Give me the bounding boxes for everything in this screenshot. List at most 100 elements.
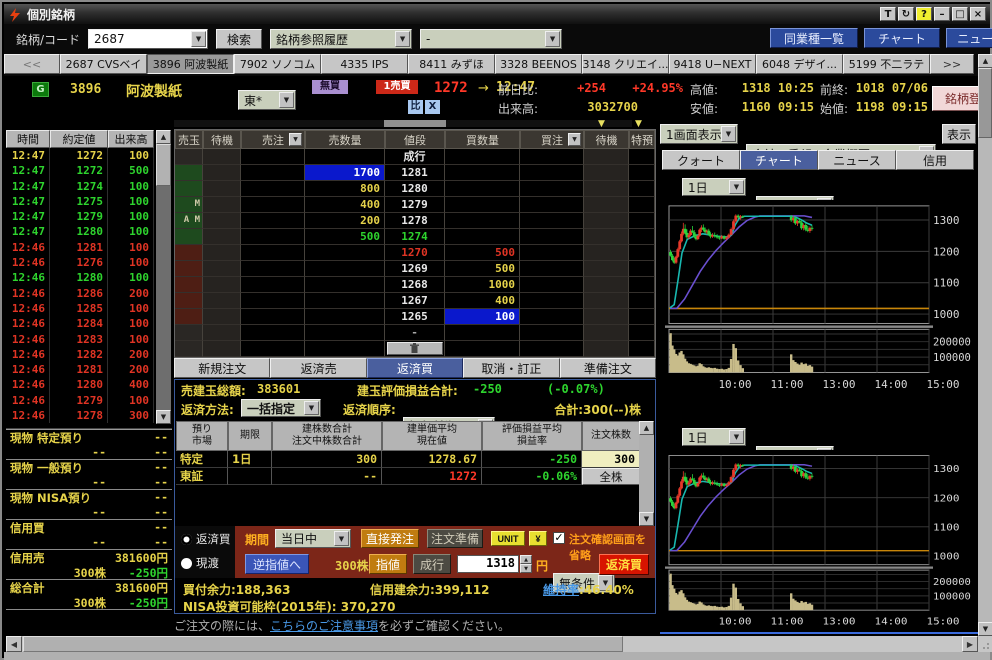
confirm-skip-checkbox[interactable]: ✓ bbox=[553, 532, 565, 544]
board-mini-scrollbar[interactable] bbox=[174, 120, 632, 127]
price-cell[interactable]: 1269 bbox=[385, 261, 445, 277]
tape-column-header[interactable]: 時間 bbox=[6, 130, 50, 148]
chevron-down-icon[interactable]: ▼ bbox=[729, 180, 744, 194]
scroll-left-icon[interactable]: ◀ bbox=[6, 636, 22, 652]
scroll-down-icon[interactable]: ▼ bbox=[978, 622, 992, 636]
maintenance-link[interactable]: 維持率 bbox=[543, 583, 579, 597]
order-book-column-header[interactable]: 売注▼ bbox=[241, 130, 305, 149]
order-book-row[interactable]: 成行 bbox=[175, 149, 655, 165]
price-cell[interactable]: 1279 bbox=[385, 197, 445, 213]
buy-quantity-cell[interactable] bbox=[445, 341, 520, 357]
price-cell[interactable]: 成行 bbox=[385, 149, 445, 165]
order-tab[interactable]: 返済買 bbox=[367, 358, 463, 378]
order-book-column-header[interactable]: 待機 bbox=[584, 130, 629, 149]
order-tab[interactable]: 準備注文 bbox=[560, 358, 656, 378]
direct-order-button[interactable]: 直接発注 bbox=[361, 529, 419, 548]
yen-button[interactable]: ¥ bbox=[529, 531, 547, 546]
panel-tab[interactable]: 信用 bbox=[896, 150, 974, 170]
chevron-down-icon[interactable]: ▼ bbox=[191, 31, 206, 47]
order-tab[interactable]: 新規注文 bbox=[174, 358, 270, 378]
buy-quantity-cell[interactable]: 500 bbox=[445, 261, 520, 277]
order-book-row[interactable]: 12681000 bbox=[175, 277, 655, 293]
sell-quantity-cell[interactable] bbox=[305, 309, 385, 325]
position-scrollbar[interactable]: ▲ ▼ bbox=[639, 421, 654, 526]
order-book-row[interactable]: - bbox=[175, 325, 655, 341]
tape-column-header[interactable]: 約定値 bbox=[50, 130, 108, 148]
intraday-chart[interactable]: 10:0011:0013:0014:0015:00130012001100100… bbox=[661, 450, 977, 632]
chevron-down-icon[interactable]: ▼ bbox=[729, 430, 744, 444]
industry-list-button[interactable]: 同業種一覧 bbox=[770, 28, 858, 48]
notice-link[interactable]: こちらのご注意事項 bbox=[270, 619, 378, 633]
buy-quantity-cell[interactable] bbox=[445, 325, 520, 341]
chevron-down-icon[interactable]: ▼ bbox=[334, 531, 349, 546]
sell-quantity-cell[interactable]: 200 bbox=[305, 213, 385, 229]
sell-quantity-cell[interactable] bbox=[305, 293, 385, 309]
stop-order-button[interactable]: 逆指値へ bbox=[245, 554, 309, 574]
period-combobox[interactable]: 当日中▼ bbox=[275, 529, 351, 548]
main-horizontal-scrollbar[interactable]: ◀ ▶ bbox=[6, 636, 978, 652]
tape-scrollbar[interactable]: ▲ ▼ bbox=[156, 130, 171, 424]
limit-order-button[interactable]: 指値 bbox=[369, 554, 407, 574]
sell-quantity-cell[interactable]: 500 bbox=[305, 229, 385, 245]
close-badge[interactable]: X bbox=[425, 100, 440, 114]
order-book-column-header[interactable]: 買数量 bbox=[445, 130, 520, 149]
buy-quantity-cell[interactable] bbox=[445, 229, 520, 245]
tabs-scroll-left-button[interactable]: << bbox=[4, 54, 60, 74]
order-book-row[interactable]: 1270500 bbox=[175, 245, 655, 261]
panel-tab[interactable]: クォート bbox=[662, 150, 740, 170]
order-book-column-header[interactable]: 待機 bbox=[203, 130, 241, 149]
stock-tab[interactable]: 3148 クリエイ... bbox=[582, 54, 669, 74]
chart-button[interactable]: チャート bbox=[864, 28, 940, 48]
chevron-down-icon[interactable]: ▼ bbox=[304, 401, 319, 415]
chevron-down-icon[interactable]: ▼ bbox=[289, 133, 302, 146]
buy-quantity-cell[interactable] bbox=[445, 181, 520, 197]
scroll-up-icon[interactable]: ▲ bbox=[978, 54, 992, 68]
sell-quantity-cell[interactable] bbox=[305, 325, 385, 341]
order-book-row[interactable]: 17001281 bbox=[175, 165, 655, 181]
order-book-row[interactable]: M4001279 bbox=[175, 197, 655, 213]
buy-quantity-cell[interactable] bbox=[445, 149, 520, 165]
help-icon[interactable]: ? bbox=[916, 7, 932, 21]
sell-quantity-cell[interactable]: 1700 bbox=[305, 165, 385, 181]
price-stepper[interactable]: ▲ ▼ bbox=[520, 555, 532, 573]
chevron-down-icon[interactable]: ▼ bbox=[721, 126, 736, 142]
sell-quantity-cell[interactable] bbox=[305, 245, 385, 261]
stock-tab[interactable]: 2687 CVSベイ bbox=[60, 54, 147, 74]
panel-tab[interactable]: チャート bbox=[740, 150, 818, 170]
sell-quantity-cell[interactable]: 800 bbox=[305, 181, 385, 197]
main-vertical-scrollbar[interactable]: ▲ ▼ bbox=[978, 54, 992, 636]
stock-tab[interactable]: 9418 U−NEXT bbox=[669, 54, 756, 74]
order-prepare-button[interactable]: 注文準備 bbox=[427, 529, 483, 548]
stock-tab[interactable]: 6048 デザイ... bbox=[756, 54, 843, 74]
scroll-up-icon[interactable]: ▲ bbox=[639, 421, 654, 435]
buy-quantity-cell[interactable] bbox=[445, 197, 520, 213]
buy-quantity-cell[interactable]: 1000 bbox=[445, 277, 520, 293]
stock-tab[interactable]: 3328 BEENOS bbox=[495, 54, 582, 74]
delete-order-button[interactable] bbox=[387, 342, 443, 355]
refresh-icon[interactable]: ↻ bbox=[898, 7, 914, 21]
tape-column-header[interactable]: 出来高 bbox=[108, 130, 154, 148]
screen-layout-combobox[interactable]: 1画面表示▼ bbox=[660, 124, 738, 144]
repay-buy-radio[interactable]: 返済買 bbox=[181, 532, 231, 546]
order-tab[interactable]: 取消・訂正 bbox=[463, 358, 559, 378]
order-tab[interactable]: 返済売 bbox=[270, 358, 366, 378]
price-input[interactable]: 1318 bbox=[457, 555, 519, 573]
market-combobox[interactable]: 東*▼ bbox=[238, 90, 296, 110]
order-book-row[interactable]: 5001274 bbox=[175, 229, 655, 245]
intraday-chart[interactable]: 10:0011:0013:0014:0015:00130012001100100… bbox=[661, 200, 977, 396]
order-book-column-header[interactable]: 売玉 bbox=[175, 130, 203, 149]
minimize-button[interactable]: – bbox=[934, 7, 950, 21]
compare-combobox[interactable]: -▼ bbox=[420, 29, 562, 49]
chevron-down-icon[interactable]: ▼ bbox=[279, 92, 294, 108]
sell-quantity-cell[interactable]: 400 bbox=[305, 197, 385, 213]
buy-quantity-cell[interactable]: 500 bbox=[445, 245, 520, 261]
buy-quantity-cell[interactable] bbox=[445, 213, 520, 229]
chevron-down-icon[interactable]: ▼ bbox=[545, 31, 560, 47]
compare-badge[interactable]: 比 bbox=[408, 100, 423, 114]
price-cell[interactable]: 1274 bbox=[385, 229, 445, 245]
scroll-down-icon[interactable]: ▼ bbox=[639, 512, 654, 526]
all-shares-button[interactable]: 全株 bbox=[582, 468, 640, 485]
order-book-row[interactable] bbox=[175, 341, 655, 357]
stock-tab[interactable]: 4335 IPS bbox=[321, 54, 408, 74]
stock-tab[interactable]: 5199 不二ラテ bbox=[843, 54, 930, 74]
